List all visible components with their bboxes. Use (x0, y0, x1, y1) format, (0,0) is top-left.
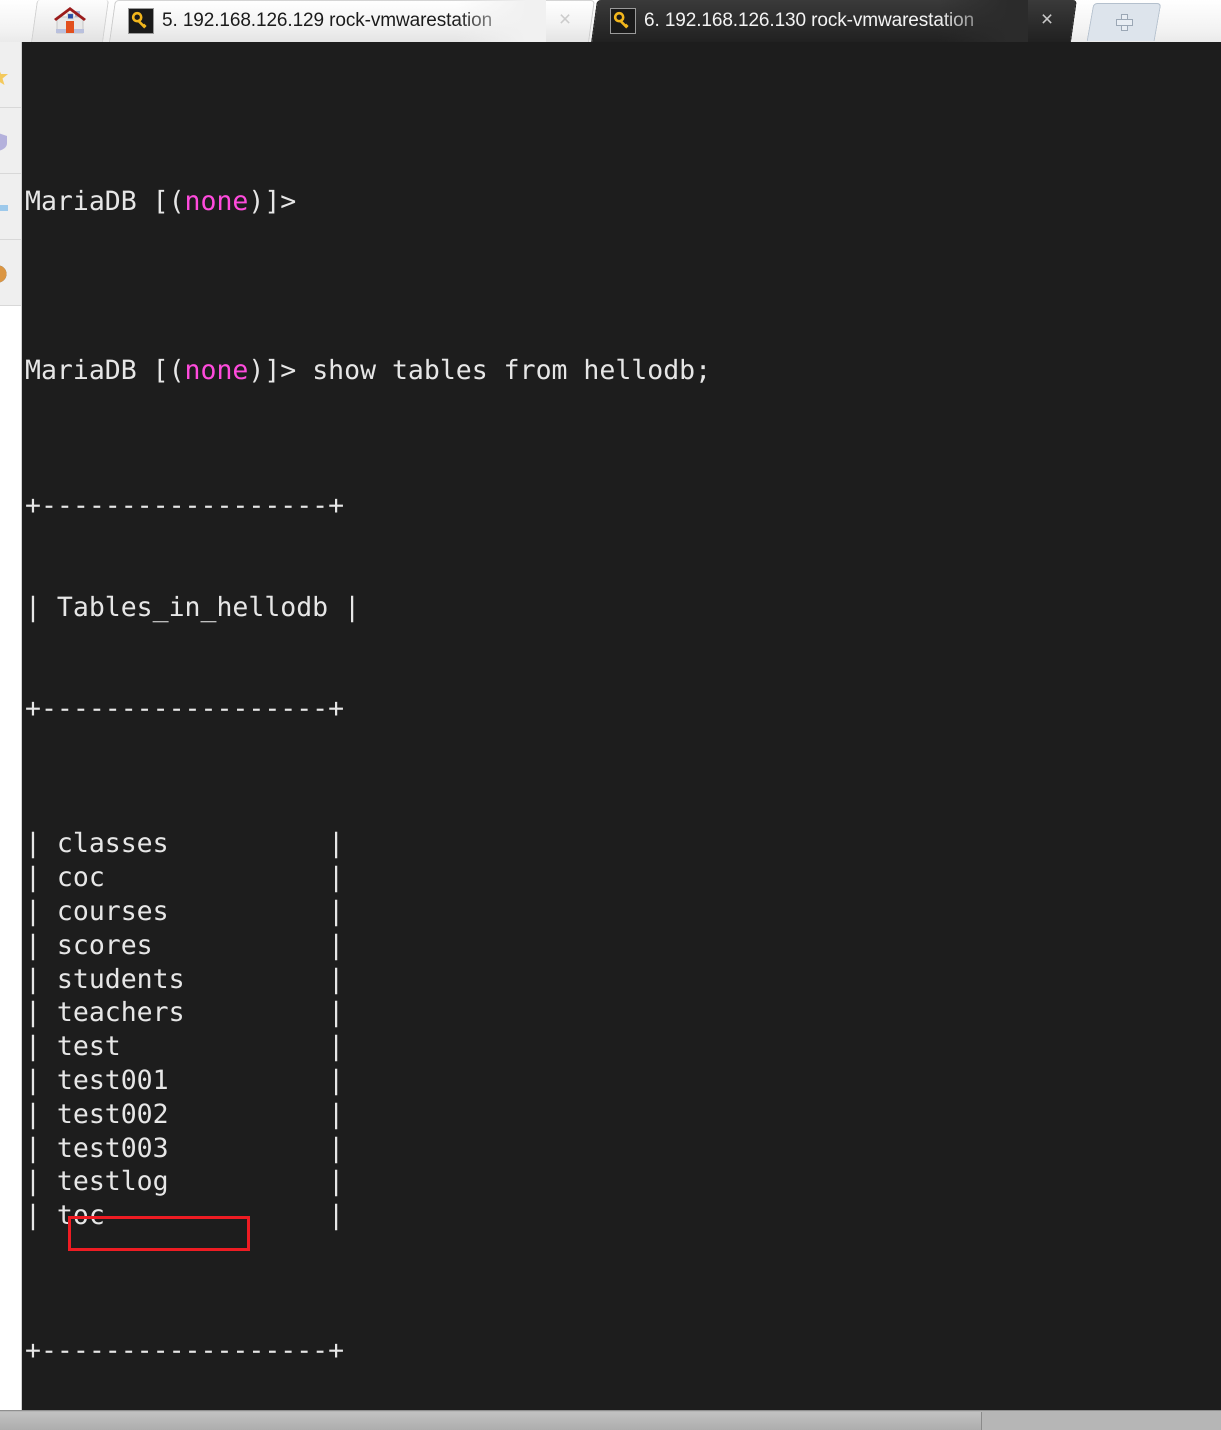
prompt-db: none (184, 186, 249, 218)
table-row: | teachers | (25, 997, 345, 1029)
table-row: | classes | (25, 828, 345, 860)
tab-6-192-168-126-130[interactable]: 6. 192.168.126.130 rock-vmwarestation × (591, 0, 1077, 42)
new-tab-button[interactable] (1086, 3, 1162, 41)
star-icon (0, 66, 9, 86)
table-row: | test001 | (25, 1064, 345, 1096)
table-separator: +------------------+ (25, 490, 345, 522)
prompt-suffix: )]> (248, 355, 313, 387)
horizontal-scrollbar[interactable] (0, 1410, 1221, 1430)
terminal-window: 5. 192.168.126.129 rock-vmwarestation × … (0, 0, 1221, 1430)
tab-bar: 5. 192.168.126.129 rock-vmwarestation × … (0, 0, 1221, 44)
tab-label: 6. 192.168.126.130 rock-vmwarestation (644, 10, 975, 31)
table-row: | testlog | (25, 1166, 345, 1198)
table-row: | test002 | (25, 1098, 345, 1130)
terminal-line: MariaDB [(none)]> (25, 185, 711, 219)
plus-icon (1116, 14, 1133, 31)
rail-empty-area (0, 306, 21, 1410)
table-row: | coc | (25, 862, 345, 894)
table-separator: +------------------+ (25, 693, 345, 725)
table-row: | courses | (25, 895, 345, 927)
prompt-db: none (184, 355, 249, 387)
scrollbar-thumb[interactable] (0, 1412, 982, 1430)
table-row: | test003 | (25, 1132, 345, 1164)
table-separator: +------------------+ (25, 1335, 345, 1367)
terminal-text: MariaDB [(none)]> MariaDB [(none)]> show… (25, 50, 711, 1410)
table-row: | scores | (25, 929, 345, 961)
house-icon (53, 6, 87, 36)
table-row: | students | (25, 963, 345, 995)
tab-content: 6. 192.168.126.130 rock-vmwarestation (594, 0, 1074, 42)
tab-close-icon[interactable]: × (1036, 9, 1058, 31)
rail-item-2[interactable] (0, 174, 21, 240)
key-icon (610, 8, 636, 34)
rail-item-0[interactable] (0, 42, 21, 108)
terminal-output-area[interactable]: MariaDB [(none)]> MariaDB [(none)]> show… (22, 42, 1221, 1410)
tab-5-192-168-126-129[interactable]: 5. 192.168.126.129 rock-vmwarestation × (109, 0, 595, 42)
table-header-row: | Tables_in_hellodb | (25, 591, 361, 623)
home-tab-content[interactable] (34, 0, 106, 42)
key-icon (128, 8, 154, 34)
shield-icon (0, 132, 9, 152)
prompt-prefix: MariaDB [( (25, 186, 185, 218)
command-text: show tables from hellodb; (312, 355, 712, 387)
left-rail[interactable] (0, 42, 22, 1410)
tab-close-icon[interactable]: × (554, 9, 576, 31)
prompt-suffix: )]> (248, 186, 313, 218)
table-rows-first: | classes | | coc | | courses | | scores | |… (25, 827, 711, 1233)
tab-label: 5. 192.168.126.129 rock-vmwarestation (162, 10, 493, 31)
tab-content: 5. 192.168.126.129 rock-vmwarestation (112, 0, 592, 42)
table-row: | test | (25, 1031, 345, 1063)
prompt-prefix: MariaDB [( (25, 355, 185, 387)
table-row: | toc | (25, 1200, 345, 1232)
rail-item-3[interactable] (0, 240, 21, 306)
arrow-icon (0, 198, 9, 218)
circle-icon (0, 264, 9, 284)
terminal-line: MariaDB [(none)]> show tables from hello… (25, 354, 711, 388)
rail-item-1[interactable] (0, 108, 21, 174)
